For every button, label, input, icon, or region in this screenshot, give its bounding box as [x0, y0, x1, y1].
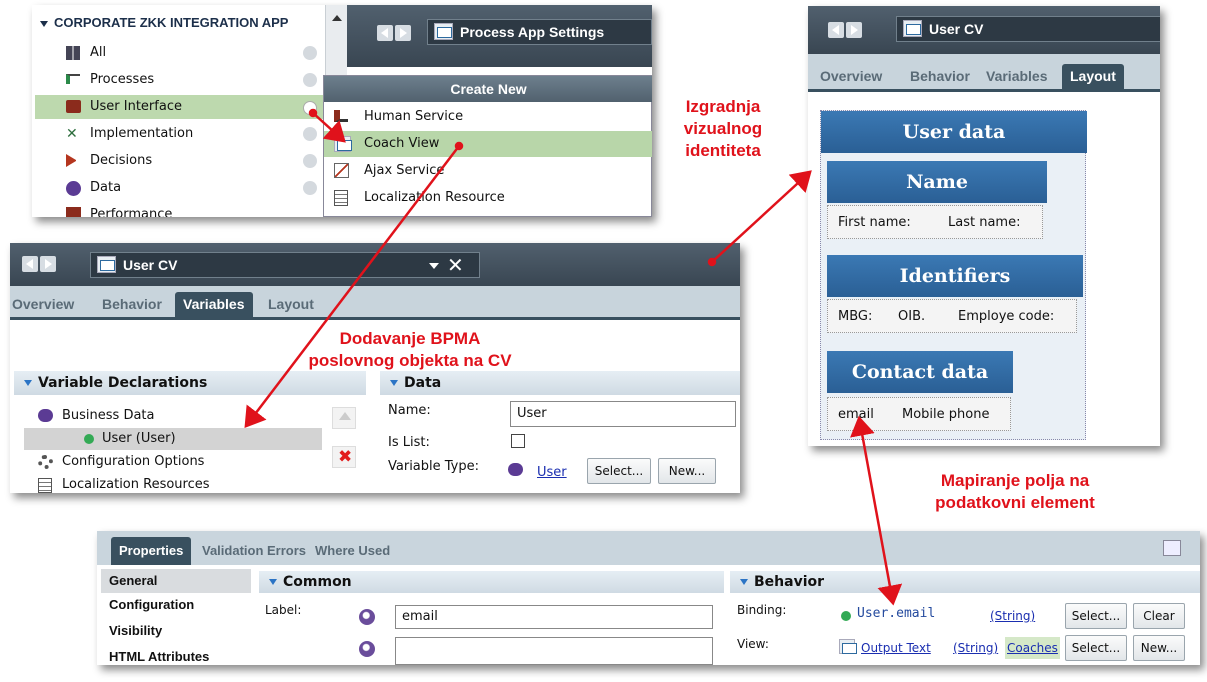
arrow-email-to-binding [850, 415, 903, 606]
arrow-plus-to-coach-view [312, 112, 346, 143]
arrow-coach-view-to-user [244, 145, 460, 428]
annotation-arrows [244, 108, 903, 606]
arrow-editor-to-layout [711, 170, 812, 263]
